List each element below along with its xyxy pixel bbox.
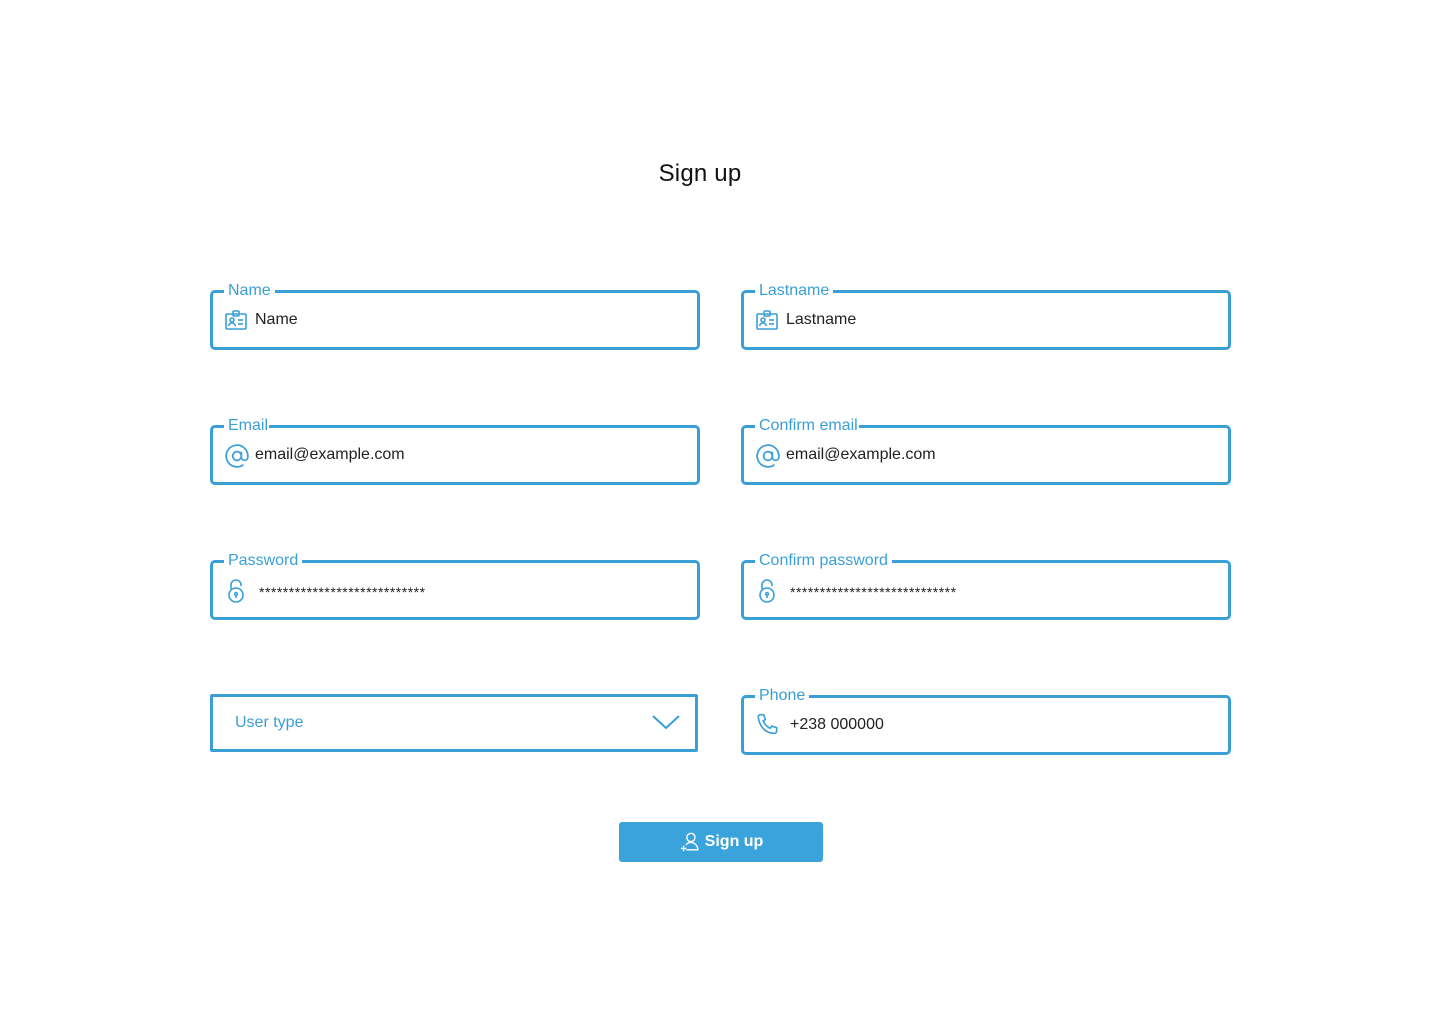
signup-page: Sign up Name Lastname [0, 0, 1440, 1024]
phone-icon [755, 712, 779, 736]
user-type-select[interactable]: User type [210, 694, 698, 752]
email-label: Email [224, 416, 270, 436]
confirm-password-label: Confirm password [755, 551, 892, 571]
lock-icon [755, 578, 779, 603]
confirm-password-field[interactable]: Confirm password [741, 551, 1231, 620]
phone-label: Phone [755, 686, 810, 706]
email-input[interactable] [255, 445, 675, 465]
lastname-label: Lastname [755, 281, 834, 301]
name-label: Name [224, 281, 275, 301]
name-field[interactable]: Name [210, 281, 700, 350]
phone-field[interactable]: Phone [741, 686, 1231, 755]
phone-input[interactable] [790, 715, 1210, 735]
id-card-icon [755, 308, 779, 332]
confirm-email-label: Confirm email [755, 416, 859, 436]
password-input[interactable] [259, 582, 679, 602]
add-user-icon [679, 831, 701, 853]
sign-up-button-label: Sign up [704, 833, 764, 850]
confirm-email-input[interactable] [786, 445, 1206, 465]
password-label: Password [224, 551, 303, 571]
password-field[interactable]: Password [210, 551, 700, 620]
at-sign-icon [755, 443, 780, 468]
confirm-password-input[interactable] [790, 582, 1210, 602]
sign-up-button[interactable]: Sign up [619, 822, 823, 862]
chevron-down-icon[interactable] [651, 711, 681, 733]
email-field[interactable]: Email [210, 416, 700, 485]
user-type-placeholder: User type [235, 714, 304, 731]
lastname-field[interactable]: Lastname [741, 281, 1231, 350]
lastname-input[interactable] [786, 310, 1206, 330]
name-input[interactable] [255, 310, 675, 330]
page-title: Sign up [658, 160, 742, 187]
lock-icon [224, 578, 248, 603]
confirm-email-field[interactable]: Confirm email [741, 416, 1231, 485]
id-card-icon [224, 308, 248, 332]
at-sign-icon [224, 443, 249, 468]
